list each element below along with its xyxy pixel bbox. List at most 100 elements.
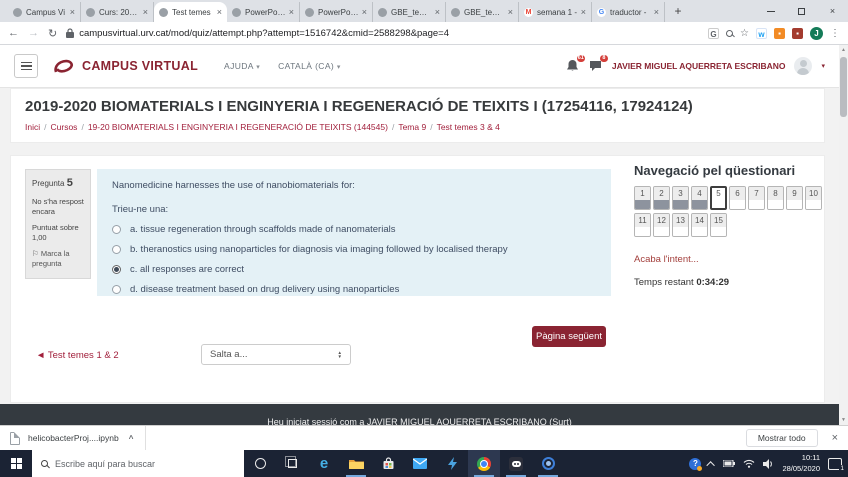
tab-close-icon[interactable]: × xyxy=(289,7,294,17)
user-avatar[interactable] xyxy=(794,57,813,75)
quiz-nav-question-button[interactable]: 13 xyxy=(672,213,689,237)
breadcrumb-link[interactable]: Cursos xyxy=(51,122,78,132)
browser-tab[interactable]: Test temes × xyxy=(154,2,227,22)
back-icon[interactable]: ← xyxy=(8,27,19,39)
chrome-button[interactable] xyxy=(468,450,500,477)
answer-option[interactable]: a. tissue regeneration through scaffolds… xyxy=(112,224,596,235)
radio-button[interactable] xyxy=(112,245,121,254)
action-center-icon[interactable]: 1 xyxy=(828,457,845,473)
browser-tab[interactable]: Msemana 1 - × xyxy=(519,2,592,22)
browser-scrollbar[interactable]: ▲ ▼ xyxy=(839,45,848,425)
mail-button[interactable] xyxy=(404,450,436,477)
breadcrumb-link[interactable]: Tema 9 xyxy=(398,122,426,132)
answer-option[interactable]: b. theranostics using nanoparticles for … xyxy=(112,244,596,255)
notifications-icon[interactable]: 61 xyxy=(566,55,585,73)
tab-close-icon[interactable]: × xyxy=(217,7,222,17)
quiz-nav-question-button[interactable]: 5 xyxy=(710,186,727,210)
quiz-nav-question-button[interactable]: 12 xyxy=(653,213,670,237)
browser-tab[interactable]: PowerPoint × xyxy=(300,2,373,22)
tab-close-icon[interactable]: × xyxy=(654,7,659,17)
help-tray-icon[interactable]: ? xyxy=(689,457,703,471)
browser-tab[interactable]: Curs: 2019- × xyxy=(81,2,154,22)
breadcrumb-link[interactable]: Inici xyxy=(25,122,40,132)
previous-activity-link[interactable]: ◄ Test temes 1 & 2 xyxy=(36,350,119,361)
app-bolt-button[interactable] xyxy=(436,450,468,477)
browser-profile-avatar[interactable]: J xyxy=(810,26,823,40)
new-tab-button[interactable]: + xyxy=(669,3,687,21)
flag-question-link[interactable]: ⚐ Marca la pregunta xyxy=(32,249,84,269)
download-options-caret-icon[interactable]: ^ xyxy=(129,434,134,443)
jump-to-select[interactable]: Salta a... ▲ ▼ xyxy=(201,344,351,365)
tab-close-icon[interactable]: × xyxy=(508,7,513,17)
quiz-nav-question-button[interactable]: 2 xyxy=(653,186,670,210)
quiz-nav-question-button[interactable]: 8 xyxy=(767,186,784,210)
show-all-downloads-button[interactable]: Mostrar todo xyxy=(745,429,818,447)
finish-attempt-link[interactable]: Acaba l'intent... xyxy=(634,254,824,265)
volume-icon[interactable] xyxy=(763,458,774,469)
quiz-nav-question-button[interactable]: 4 xyxy=(691,186,708,210)
battery-icon[interactable] xyxy=(723,460,736,467)
url-text[interactable]: campusvirtual.urv.cat/mod/quiz/attempt.p… xyxy=(79,28,449,39)
quiz-nav-question-button[interactable]: 9 xyxy=(786,186,803,210)
reload-icon[interactable]: ↻ xyxy=(48,27,57,40)
next-page-button[interactable]: Pàgina següent xyxy=(532,326,606,347)
scroll-down-icon[interactable]: ▼ xyxy=(839,417,848,423)
taskbar-clock[interactable]: 10:11 28/05/2020 xyxy=(782,453,820,473)
close-button[interactable]: × xyxy=(817,0,848,22)
quiz-nav-question-button[interactable]: 3 xyxy=(672,186,689,210)
quiz-nav-question-button[interactable]: 10 xyxy=(805,186,822,210)
start-button[interactable] xyxy=(0,450,32,477)
quiz-nav-question-button[interactable]: 6 xyxy=(729,186,746,210)
browser-tab[interactable]: PowerPoint × xyxy=(227,2,300,22)
browser-tab[interactable]: GBE_tema 3× xyxy=(446,2,519,22)
tab-close-icon[interactable]: × xyxy=(70,7,75,17)
taskbar-search[interactable] xyxy=(32,450,244,477)
store-button[interactable] xyxy=(372,450,404,477)
translate-icon[interactable]: G xyxy=(708,27,720,39)
extension-orange-icon[interactable]: ▪ xyxy=(774,27,785,39)
close-downloads-bar-icon[interactable]: × xyxy=(832,432,838,444)
zoom-icon[interactable] xyxy=(726,29,734,37)
file-explorer-button[interactable] xyxy=(340,450,372,477)
site-brand[interactable]: CAMPUS VIRTUAL xyxy=(82,59,198,73)
messages-icon[interactable]: 8 xyxy=(589,55,608,73)
browser-tab[interactable]: Campus Vi × xyxy=(8,2,81,22)
breadcrumb-link[interactable]: 19-20 BIOMATERIALS I ENGINYERIA I REGENE… xyxy=(88,122,388,132)
app-circle-button[interactable] xyxy=(532,450,564,477)
tab-close-icon[interactable]: × xyxy=(581,7,586,17)
downloaded-file-name[interactable]: helicobacterProj....ipynb xyxy=(28,433,119,443)
radio-button[interactable] xyxy=(112,265,121,274)
hidden-icons-chevron[interactable] xyxy=(706,460,716,470)
edge-button[interactable]: e xyxy=(308,450,340,477)
browser-tab[interactable]: GBE_tema 3× xyxy=(373,2,446,22)
browser-tab[interactable]: Gtraductor - × xyxy=(592,2,665,22)
url-box[interactable]: campusvirtual.urv.cat/mod/quiz/attempt.p… xyxy=(66,28,699,39)
tab-close-icon[interactable]: × xyxy=(143,7,148,17)
user-name[interactable]: JAVIER MIGUEL AQUERRETA ESCRIBANO xyxy=(612,61,786,71)
answer-option[interactable]: d. disease treatment based on drug deliv… xyxy=(112,284,596,295)
quiz-nav-question-button[interactable]: 14 xyxy=(691,213,708,237)
quiz-nav-question-button[interactable]: 1 xyxy=(634,186,651,210)
extension-red-icon[interactable]: ▪ xyxy=(792,27,803,39)
bookmark-star-icon[interactable]: ☆ xyxy=(740,28,749,39)
discord-button[interactable] xyxy=(500,450,532,477)
wifi-icon[interactable] xyxy=(743,459,755,468)
menu-ajuda[interactable]: AJUDA ▾ xyxy=(224,61,260,71)
task-view-button[interactable] xyxy=(276,450,308,477)
user-menu-caret-icon[interactable]: ▾ xyxy=(821,62,825,70)
minimize-button[interactable] xyxy=(755,0,786,22)
quiz-nav-question-button[interactable]: 7 xyxy=(748,186,765,210)
browser-menu-icon[interactable]: ⋮ xyxy=(830,28,840,39)
quiz-nav-question-button[interactable]: 15 xyxy=(710,213,727,237)
search-input[interactable] xyxy=(55,458,235,469)
extension-blue-icon[interactable]: w xyxy=(756,27,767,39)
maximize-button[interactable] xyxy=(786,0,817,22)
breadcrumb-link[interactable]: Test temes 3 & 4 xyxy=(437,122,500,132)
session-info-link[interactable]: Heu iniciat sessió com a JAVIER MIGUEL A… xyxy=(0,417,839,425)
hamburger-menu-button[interactable] xyxy=(14,54,38,78)
menu-language[interactable]: CATALÀ (CA) ▾ xyxy=(278,61,341,71)
radio-button[interactable] xyxy=(112,285,121,294)
answer-option[interactable]: c. all responses are correct xyxy=(112,264,596,275)
tab-close-icon[interactable]: × xyxy=(435,7,440,17)
radio-button[interactable] xyxy=(112,225,121,234)
